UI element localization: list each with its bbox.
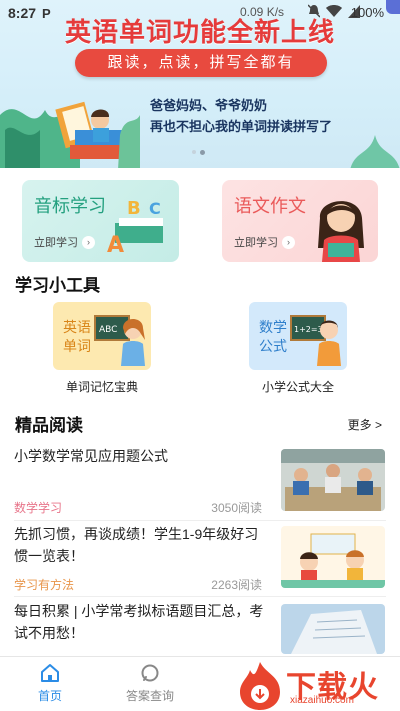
svg-text:ABC: ABC (99, 325, 117, 335)
teacher-chalkboard-icon: ABC (94, 315, 145, 366)
home-icon (41, 664, 59, 682)
nav-answer-label: 答案查询 (125, 689, 174, 703)
chinese-essay-card[interactable]: 语文作文 立即学习 › (222, 180, 378, 262)
promo-banner[interactable]: 8:27 P 0.09 K/s 100% 英语单词功能全新上线 跟读，点读，拼写… (0, 0, 400, 168)
article-title: 先抓习惯，再谈成绩！学生1-9年级好习惯一览表！ (14, 526, 259, 564)
watermark-url: xiazaihuo.com (290, 695, 354, 706)
tools-section-title: 学习小工具 (15, 276, 100, 295)
article-thumbnail (281, 526, 385, 588)
article-title: 每日积累 | 小学常考拟标语题目汇总，考试不用愁！ (14, 603, 264, 641)
search-icon (141, 664, 159, 682)
formula-tool-card[interactable]: 数学公式 1+2=3 (249, 302, 347, 370)
banner-leaf-decoration (350, 135, 400, 168)
carousel-dot[interactable] (192, 150, 196, 154)
article-read-count: 2263阅读 (211, 578, 262, 592)
chevron-right-icon: › (282, 235, 295, 249)
vocabulary-tool-label[interactable]: 单词记忆宝典 (42, 378, 162, 395)
carousel-dot-active[interactable] (200, 150, 205, 155)
start-learning-link[interactable]: 立即学习 › (34, 234, 95, 250)
article-title: 小学数学常见应用题公式 (14, 448, 168, 464)
more-link[interactable]: 更多 > (348, 416, 382, 433)
tool-card-text: 英语单词 (63, 319, 91, 354)
divider (14, 520, 386, 521)
card-link-label: 立即学习 (34, 237, 78, 249)
svg-text:C: C (149, 199, 161, 218)
banner-subtitle-1: 爸爸妈妈、爷爷奶奶 (150, 98, 268, 113)
card-link-label: 立即学习 (234, 237, 278, 249)
start-learning-link[interactable]: 立即学习 › (234, 234, 295, 250)
article-thumbnail (281, 604, 385, 654)
divider (14, 596, 386, 597)
article-tag: 数学学习 (14, 501, 63, 515)
article-read-count: 3050阅读 (211, 501, 262, 515)
flame-logo-icon (240, 662, 280, 710)
status-bar: 8:27 P (0, 0, 400, 26)
notification-icon: P (42, 5, 51, 21)
article-tag: 学习有方法 (14, 578, 75, 592)
banner-subtitle-2: 再也不担心我的单词拼读拼写了 (150, 119, 333, 134)
watermark: 下载火 xiazaihuo.com (234, 660, 394, 710)
nav-home-label: 首页 (37, 689, 62, 703)
reading-section-title: 精品阅读 (15, 416, 83, 435)
svg-text:B: B (127, 198, 141, 219)
svg-text:A: A (107, 233, 124, 258)
chevron-right-icon: › (82, 235, 95, 249)
banner-illustration (0, 101, 140, 168)
article-thumbnail (281, 449, 385, 511)
nav-home[interactable]: 首页 (10, 663, 90, 704)
formula-tool-label[interactable]: 小学公式大全 (238, 378, 358, 395)
phonetic-learning-card[interactable]: 音标学习 立即学习 › B C A (22, 180, 179, 262)
teacher-chalkboard-icon: 1+2=3 (290, 315, 341, 366)
status-time: 8:27 (8, 5, 37, 21)
nav-answer-lookup[interactable]: 答案查询 (110, 663, 190, 704)
card-title: 音标学习 (34, 196, 106, 216)
teacher-girl-icon (318, 201, 364, 262)
abc-books-icon: B C A (107, 198, 163, 258)
tool-card-text: 数学公式 (259, 319, 287, 354)
svg-text:1+2=3: 1+2=3 (294, 325, 323, 334)
vocabulary-tool-card[interactable]: 英语单词 ABC (53, 302, 151, 370)
banner-pill: 跟读，点读，拼写全都有 (75, 49, 327, 77)
card-title: 语文作文 (234, 196, 306, 216)
